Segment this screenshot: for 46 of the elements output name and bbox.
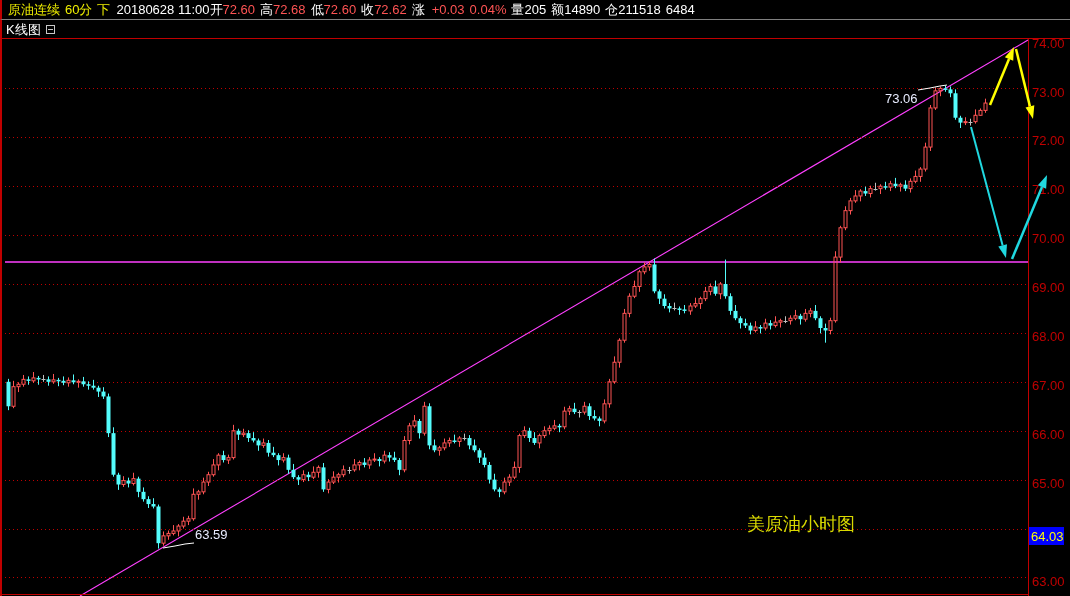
chart-caption: 美原油小时图 <box>747 514 855 534</box>
axis-label: 66.00 <box>1032 426 1065 442</box>
doji-candle <box>462 433 467 441</box>
period-label: 60分 <box>65 0 93 19</box>
price-value: 72.60 <box>323 0 357 19</box>
doji-candle <box>968 118 973 127</box>
price-label: 低 <box>310 0 324 19</box>
forecast-arrow <box>988 47 1014 106</box>
doji-candle <box>41 374 46 383</box>
axis-label: 72.00 <box>1032 133 1065 149</box>
leader-line <box>917 84 948 91</box>
price-annotation: 73.06 <box>885 91 918 106</box>
axis-label: 69.00 <box>1032 280 1065 296</box>
price-label: 高 <box>260 0 274 19</box>
stat-text: 量205 <box>511 0 547 19</box>
doji-candle <box>347 466 352 475</box>
change-label: 涨 <box>411 0 425 19</box>
axis-label: 73.00 <box>1032 84 1065 100</box>
collapse-icon[interactable] <box>45 24 55 34</box>
price-value: 72.62 <box>374 0 407 19</box>
panel-title: K线图 <box>6 20 41 38</box>
axis-label: 65.00 <box>1032 475 1065 491</box>
price-label: 开 <box>209 0 223 19</box>
change-percent: 0.04% <box>469 0 507 19</box>
price-value: 72.60 <box>222 0 256 19</box>
leader-line <box>162 542 195 549</box>
doji-candle <box>672 302 677 311</box>
doji-candle <box>873 182 878 192</box>
instrument-name: 原油连续 <box>8 0 60 19</box>
doji-candle <box>783 315 788 324</box>
doji-candle <box>577 409 582 418</box>
price-label: 收 <box>361 0 375 19</box>
axis-label: 70.00 <box>1032 231 1065 247</box>
axis-label: 67.00 <box>1032 378 1065 393</box>
axis-label: 68.00 <box>1032 329 1065 345</box>
price-annotation: 63.59 <box>195 527 228 542</box>
stat-text: 仓211518 <box>605 0 661 19</box>
axis-label: 63.00 <box>1032 573 1065 589</box>
change-value: +0.03 <box>431 0 465 19</box>
stat-text: 6484 <box>665 0 695 19</box>
quote-datetime: 20180628 11:00 <box>116 0 210 19</box>
stat-text: 额14890 <box>551 0 601 19</box>
direction-label: 下 <box>97 0 111 19</box>
axis-label: 74.00 <box>1032 39 1065 51</box>
price-value: 72.68 <box>273 0 306 19</box>
current-price-tag: 64.03 <box>1029 527 1064 545</box>
